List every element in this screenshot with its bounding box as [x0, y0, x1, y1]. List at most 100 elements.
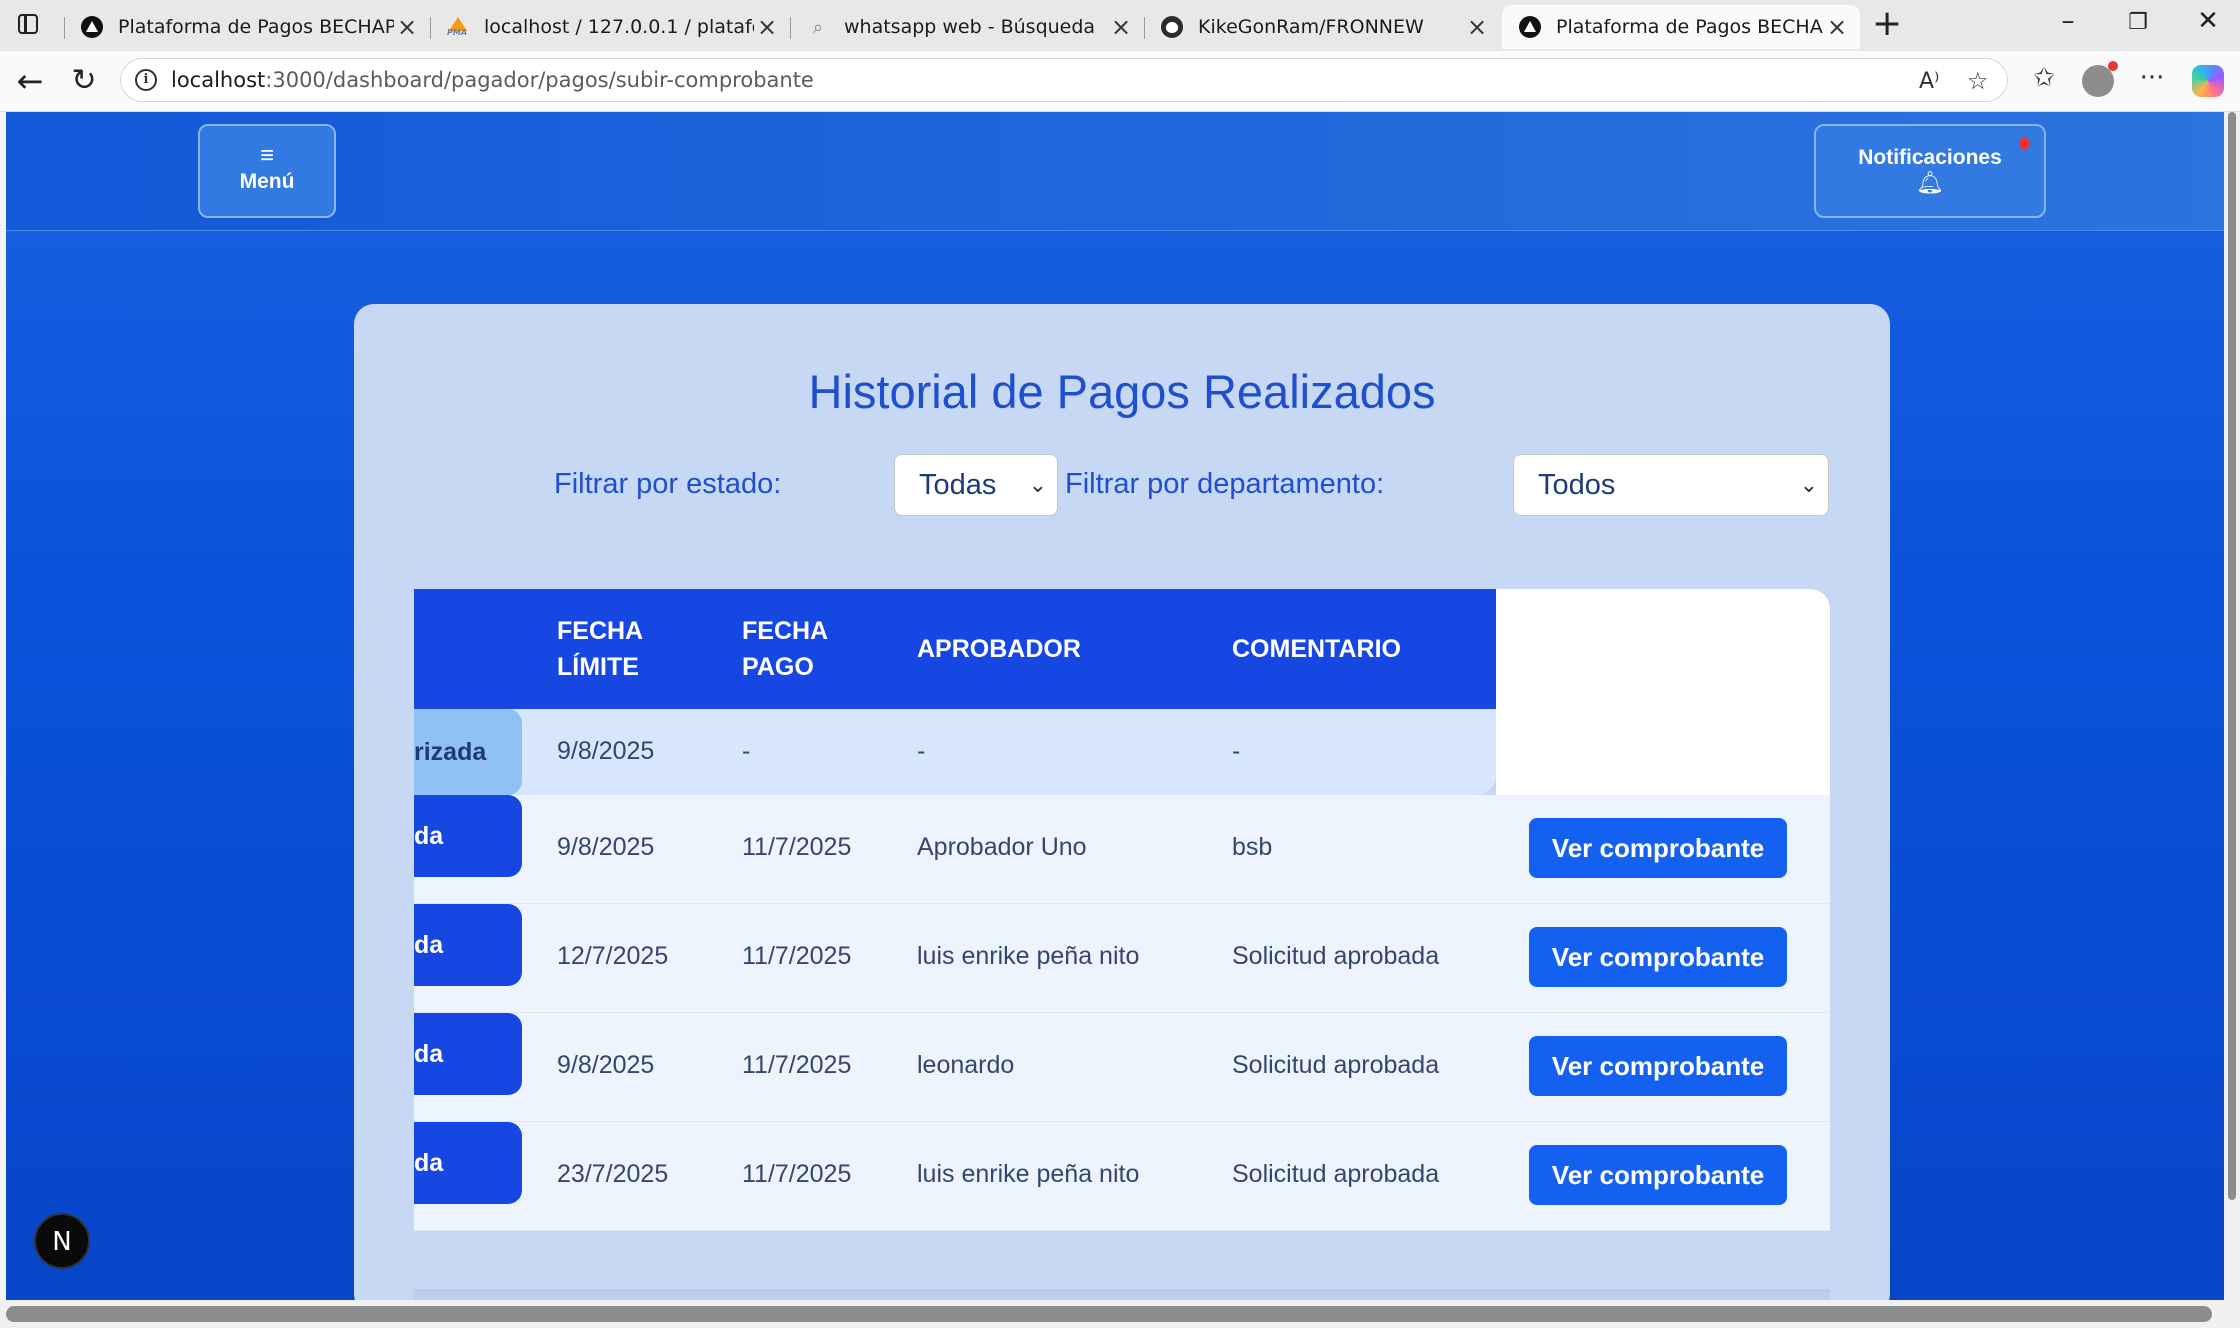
close-icon[interactable]: ×: [1824, 13, 1850, 41]
close-icon[interactable]: ×: [1464, 13, 1490, 41]
browser-tab[interactable]: KikeGonRam/FRONNEW ×: [1144, 5, 1500, 49]
departamento-filter-label: Filtrar por departamento:: [1065, 468, 1385, 500]
vertical-scrollbar[interactable]: [2224, 112, 2240, 1300]
aprobador-cell: luis enrike peña nito: [917, 942, 1140, 970]
fecha-limite-cell: 23/7/2025: [557, 1160, 669, 1188]
more-options-icon[interactable]: ···: [2134, 63, 2170, 93]
back-icon[interactable]: ←: [10, 63, 50, 99]
close-icon[interactable]: ×: [394, 13, 420, 41]
column-header-aprobador: APROBADOR: [917, 635, 1081, 663]
status-badge: da: [414, 904, 522, 986]
unread-dot: [2019, 138, 2030, 149]
aprobador-cell: leonardo: [917, 1051, 1015, 1079]
ver-comprobante-button[interactable]: Ver comprobante: [1529, 927, 1787, 987]
app-page: ≡ Menú Notificaciones 🔔︎ Historial de Pa…: [6, 112, 2224, 1300]
nextjs-devtools-badge[interactable]: N: [34, 1213, 90, 1269]
page-title: Historial de Pagos Realizados: [808, 365, 1436, 418]
status-badge: da: [414, 1122, 522, 1204]
table-shadow: [414, 1289, 1830, 1300]
address-bar[interactable]: i localhost:3000/dashboard/pagador/pagos…: [120, 58, 2008, 102]
horizontal-scrollbar[interactable]: [0, 1300, 2240, 1328]
table-row: da 12/7/2025 11/7/2025 luis enrike peña …: [414, 904, 1830, 1013]
new-tab-icon[interactable]: +: [1872, 6, 1902, 42]
tab-actions-icon[interactable]: [14, 10, 44, 40]
menu-label: Menú: [239, 170, 295, 193]
menu-button[interactable]: ≡ Menú: [198, 124, 336, 218]
fecha-limite-cell: 9/8/2025: [557, 1051, 655, 1079]
comentario-cell: Solicitud aprobada: [1232, 1160, 1440, 1188]
table-row: da 9/8/2025 11/7/2025 Aprobador Uno bsb …: [414, 795, 1830, 904]
browser-tab[interactable]: Plataforma de Pagos BECHAPRA ×: [64, 5, 430, 49]
top-navbar: ≡ Menú Notificaciones 🔔︎: [6, 112, 2224, 231]
favorite-star-icon[interactable]: ☆: [1967, 67, 1989, 95]
comentario-cell: bsb: [1232, 833, 1273, 861]
estado-filter-select[interactable]: Todas ⌄: [894, 454, 1058, 516]
fecha-limite-cell: 12/7/2025: [557, 942, 669, 970]
estado-filter-label: Filtrar por estado:: [554, 468, 782, 500]
status-badge: da: [414, 1013, 522, 1095]
nextjs-icon: [1518, 15, 1542, 39]
status-badge: rizada: [414, 709, 522, 795]
estado-filter-value: Todas: [919, 469, 997, 501]
departamento-filter-select[interactable]: Todos ⌄: [1513, 454, 1829, 516]
payments-table[interactable]: FECHA LÍMITE FECHA PAGO APROBADOR COMENTAR…: [414, 589, 1830, 1289]
fecha-limite-cell: 9/8/2025: [557, 833, 655, 861]
refresh-icon[interactable]: ↻: [64, 63, 104, 99]
ver-comprobante-button[interactable]: Ver comprobante: [1529, 1145, 1787, 1205]
close-icon[interactable]: ×: [754, 13, 780, 41]
tab-title: Plataforma de Pagos BECHAPRA: [118, 16, 394, 38]
tab-title: whatsapp web - Búsqueda: [844, 16, 1096, 38]
comentario-cell: Solicitud aprobada: [1232, 942, 1440, 970]
aprobador-cell: luis enrike peña nito: [917, 1160, 1140, 1188]
departamento-filter-value: Todos: [1538, 469, 1616, 501]
column-header-fecha-limite: FECHA LÍMITE: [557, 617, 644, 681]
nextjs-icon: [80, 15, 104, 39]
tab-title: localhost / 127.0.0.1 / plataforma: [484, 16, 754, 38]
comentario-cell: Solicitud aprobada: [1232, 1051, 1440, 1079]
table-header-blank: [1496, 589, 1830, 709]
filters-bar: Filtrar por estado: Todas ⌄ Filtrar por …: [354, 454, 1890, 516]
address-toolbar: ← ↻ i localhost:3000/dashboard/pagador/p…: [0, 51, 2240, 112]
favorites-icon[interactable]: ✩: [2026, 63, 2062, 93]
hamburger-icon: ≡: [259, 142, 274, 169]
comentario-cell: -: [1232, 737, 1241, 765]
fecha-limite-cell: 9/8/2025: [557, 737, 655, 765]
read-aloud-icon[interactable]: A⁾: [1919, 69, 1939, 94]
github-icon: [1160, 15, 1184, 39]
fecha-pago-cell: -: [742, 737, 751, 765]
profile-avatar[interactable]: [2082, 61, 2118, 97]
copilot-icon[interactable]: [2192, 65, 2224, 97]
tab-title: Plataforma de Pagos BECHAPRA: [1556, 16, 1824, 38]
ver-comprobante-button[interactable]: Ver comprobante: [1529, 818, 1787, 878]
bell-icon: 🔔︎: [1916, 170, 1944, 195]
chevron-down-icon: ⌄: [1799, 472, 1818, 497]
url-text[interactable]: localhost:3000/dashboard/pagador/pagos/s…: [171, 68, 814, 92]
chevron-down-icon: ⌄: [1028, 472, 1047, 497]
table-header: FECHA LÍMITE FECHA PAGO APROBADOR COMENTAR…: [414, 589, 1496, 709]
status-badge: da: [414, 795, 522, 877]
restore-icon[interactable]: ❐: [2118, 10, 2158, 35]
table-row: rizada 9/8/2025 - - -: [414, 709, 1830, 795]
close-icon[interactable]: ×: [1108, 13, 1134, 41]
fecha-pago-cell: 11/7/2025: [742, 833, 852, 861]
minimize-icon[interactable]: –: [2048, 6, 2088, 36]
window-close-icon[interactable]: ✕: [2188, 6, 2228, 36]
browser-tab[interactable]: PMA localhost / 127.0.0.1 / plataforma ×: [430, 5, 790, 49]
phpmyadmin-icon: PMA: [446, 15, 470, 39]
fecha-pago-cell: 11/7/2025: [742, 942, 852, 970]
browser-tab[interactable]: ⌕ whatsapp web - Búsqueda ×: [790, 5, 1144, 49]
column-header-fecha-pago: FECHA PAGO: [742, 617, 829, 681]
browser-tab-bar: Plataforma de Pagos BECHAPRA × PMA local…: [0, 0, 2240, 51]
column-header-comentario: COMENTARIO: [1232, 635, 1401, 663]
payments-history-card: Historial de Pagos Realizados Filtrar po…: [354, 304, 1890, 1300]
site-info-icon[interactable]: i: [135, 69, 157, 91]
notifications-button[interactable]: Notificaciones 🔔︎: [1814, 124, 2046, 218]
aprobador-cell: -: [917, 737, 926, 765]
tab-title: KikeGonRam/FRONNEW: [1198, 16, 1424, 38]
table-row: da 23/7/2025 11/7/2025 luis enrike peña …: [414, 1122, 1830, 1231]
fecha-pago-cell: 11/7/2025: [742, 1160, 852, 1188]
notifications-label: Notificaciones: [1858, 146, 2002, 169]
browser-tab-active[interactable]: Plataforma de Pagos BECHAPRA ×: [1502, 5, 1860, 49]
ver-comprobante-button[interactable]: Ver comprobante: [1529, 1036, 1787, 1096]
aprobador-cell: Aprobador Uno: [917, 833, 1087, 861]
